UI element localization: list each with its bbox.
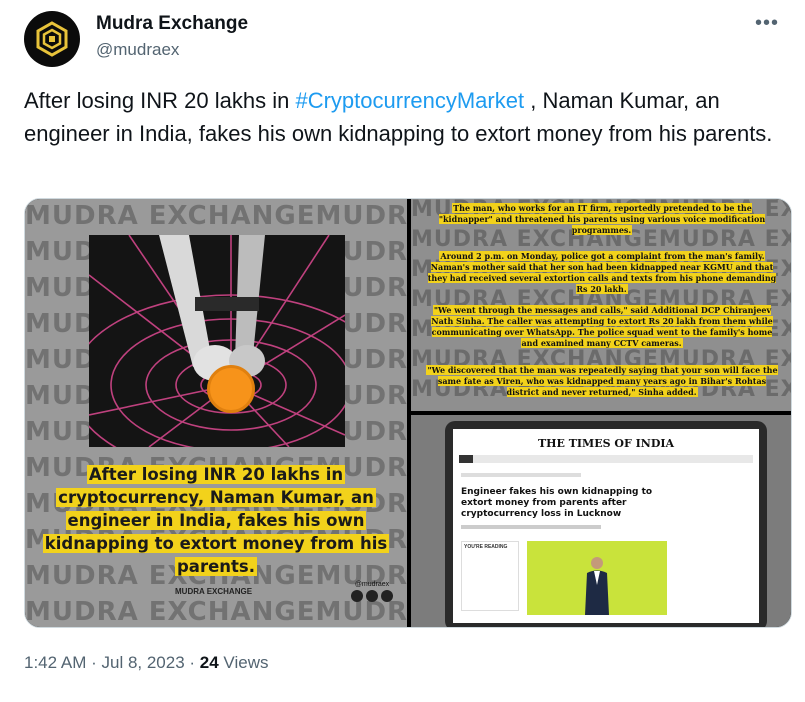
user-handle[interactable]: @mudraex (96, 38, 248, 62)
tweet-text: After losing INR 20 lakhs in #Cryptocurr… (24, 84, 784, 150)
media-grid: MUDRA EXCHANGEMUDRA EXCHANGE MUDRA EXCHA… (24, 198, 792, 628)
twitter-icon (381, 590, 393, 602)
hands-coin-illustration (89, 235, 345, 447)
more-options-icon[interactable]: ••• (755, 13, 779, 33)
meta-separator: · (184, 653, 200, 672)
hashtag-link[interactable]: #CryptocurrencyMarket (295, 88, 524, 113)
facebook-icon (351, 590, 363, 602)
media-image-3[interactable]: THE TIMES OF INDIA Engineer fakes his ow… (411, 415, 791, 627)
article-paragraph: The man, who works for an IT firm, repor… (438, 203, 766, 235)
news-byline (461, 525, 601, 529)
social-handle: @mudraex (354, 581, 390, 588)
tweet-date[interactable]: Jul 8, 2023 (101, 653, 184, 672)
social-block: @mudraex (351, 581, 393, 602)
article-paragraph: Around 2 p.m. on Monday, police got a co… (427, 251, 777, 294)
watermark-text: MUDRA EXCHANGEMUDRA EXCHANGE (25, 201, 407, 231)
article-paragraph: "We went through the messages and calls,… (431, 305, 773, 348)
news-site-title: THE TIMES OF INDIA (537, 437, 675, 450)
news-nav-bar (459, 455, 753, 463)
article-paragraph: "We discovered that the man was repeated… (426, 365, 778, 397)
mudra-logo-icon (36, 21, 68, 57)
avatar[interactable] (24, 11, 80, 67)
news-breadcrumb (461, 473, 581, 477)
instagram-icon (366, 590, 378, 602)
tweet-text-start: After losing INR 20 lakhs in (24, 88, 296, 113)
news-photo (527, 541, 667, 615)
footer-brand: MUDRA EXCHANGE (175, 587, 253, 596)
views-count: 24 (199, 653, 219, 672)
news-page: THE TIMES OF INDIA Engineer fakes his ow… (453, 429, 759, 623)
tweet-meta: 1:42 AM · Jul 8, 2023 · 24 Views (24, 651, 268, 675)
bitcoin-icon (207, 365, 255, 413)
views-label: Views (218, 653, 269, 672)
news-sidebar: YOU'RE READING (461, 541, 519, 611)
tweet-card: Mudra Exchange @mudraex ••• After losing… (0, 0, 805, 702)
news-headline: Engineer fakes his own kidnapping to ext… (461, 487, 653, 519)
media-image-1[interactable]: MUDRA EXCHANGEMUDRA EXCHANGE MUDRA EXCHA… (25, 199, 407, 627)
sidebar-label: YOU'RE READING (464, 544, 508, 550)
image-headline: After losing INR 20 lakhs in cryptocurre… (42, 465, 390, 576)
meta-separator: · (86, 653, 102, 672)
media-image-2[interactable]: MUDRA EXCHANGEMUDRA EXCHANGE MUDRA EXCHA… (411, 199, 791, 411)
author-names: Mudra Exchange @mudraex (96, 12, 248, 62)
tweet-time[interactable]: 1:42 AM (24, 653, 86, 672)
laptop-screenshot: THE TIMES OF INDIA Engineer fakes his ow… (445, 421, 767, 627)
person-figure (585, 557, 609, 615)
watermark-text: MUDRA EXCHANGEMUDRA EXCHANGE (25, 597, 407, 627)
display-name[interactable]: Mudra Exchange (96, 12, 248, 36)
